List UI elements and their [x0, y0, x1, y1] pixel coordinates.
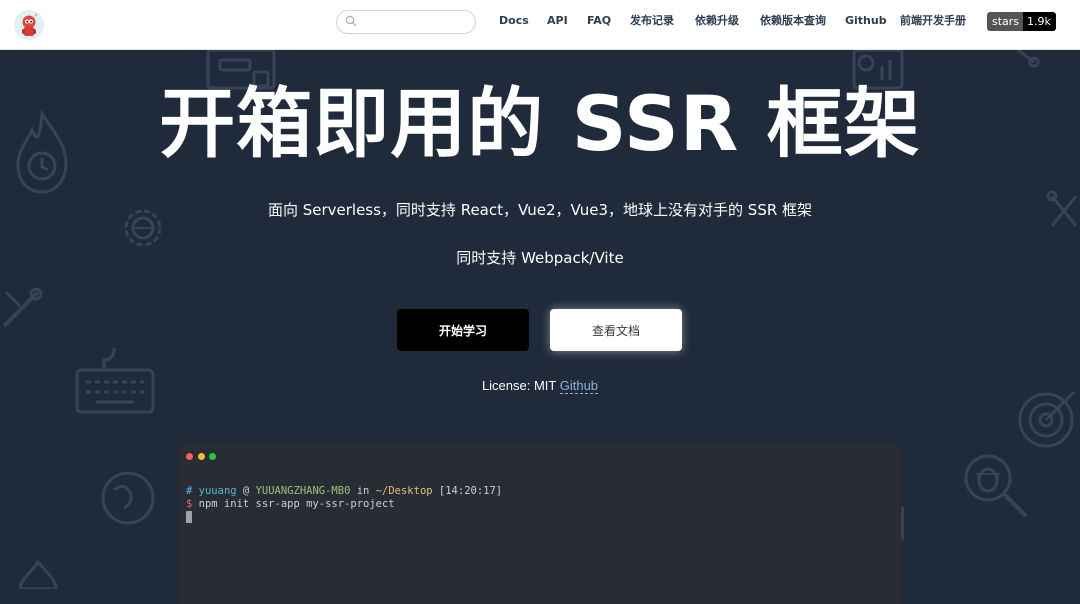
terminal-cursor	[186, 511, 192, 523]
terminal-host: YUUANGZHANG-MB0	[255, 485, 351, 497]
stars-count: 1.9k	[1023, 12, 1056, 31]
terminal-in: in	[350, 485, 376, 497]
hero-subtitle-bundlers: 同时支持 Webpack/Vite	[456, 249, 624, 267]
nav-link-github[interactable]: Github	[845, 14, 887, 28]
get-started-button[interactable]: 开始学习	[397, 309, 529, 351]
wrench-small-icon	[1017, 50, 1040, 68]
nav-link-dependency-version[interactable]: 依赖版本查询	[760, 14, 826, 28]
stars-label: stars	[987, 12, 1024, 31]
maximize-dot-icon[interactable]	[209, 453, 216, 460]
target-icon	[1018, 390, 1076, 448]
search-icon	[345, 15, 357, 27]
top-navbar: Docs API FAQ 发布记录 依赖升级 依赖版本查询 Github 前端开…	[0, 0, 1080, 50]
github-link[interactable]: Github	[559, 378, 599, 394]
hero-title: 开箱即用的 SSR 框架	[159, 79, 921, 168]
robot-logo-icon	[14, 10, 44, 40]
terminal-user: yuuang	[198, 485, 237, 497]
nav-link-faq[interactable]: FAQ	[587, 14, 611, 28]
terminal-time: [14:20:17]	[432, 485, 503, 497]
nav-link-frontend-handbook[interactable]: 前端开发手册	[900, 14, 966, 28]
search-box[interactable]	[336, 10, 476, 34]
nav-link-dependency-upgrade[interactable]: 依赖升级	[695, 14, 739, 28]
license-text: License: MIT	[481, 378, 560, 393]
nav-link-api[interactable]: API	[547, 14, 568, 28]
terminal-output: # yuuang @ YUUANGZHANG-MB0 in ~/Desktop …	[186, 485, 502, 524]
license-line: License: MIT Github	[0, 378, 1080, 394]
terminal-scrollbar[interactable]	[901, 506, 904, 540]
minimize-dot-icon[interactable]	[198, 453, 205, 460]
terminal-path: ~/Desktop	[375, 485, 433, 497]
bug-search-icon	[964, 454, 1028, 518]
terminal-hash: #	[186, 485, 193, 497]
github-stars-badge[interactable]: stars 1.9k	[987, 12, 1056, 31]
tools-icon	[2, 287, 43, 328]
nav-link-changelog[interactable]: 发布记录	[630, 14, 674, 28]
hero-subtitle: 面向 Serverless，同时支持 React，Vue2，Vue3，地球上没有…	[267, 201, 813, 219]
logo-avatar[interactable]	[14, 10, 44, 40]
terminal-at: @	[236, 485, 256, 497]
flame-bottom-icon	[18, 560, 58, 589]
terminal-window: # yuuang @ YUUANGZHANG-MB0 in ~/Desktop …	[178, 444, 902, 604]
globe-shield-icon	[101, 471, 155, 525]
view-docs-button[interactable]: 查看文档	[550, 309, 682, 351]
nav-link-docs[interactable]: Docs	[499, 14, 529, 28]
close-dot-icon[interactable]	[186, 453, 193, 460]
search-input[interactable]	[361, 13, 471, 31]
terminal-command: npm init ssr-app my-ssr-project	[192, 498, 395, 510]
